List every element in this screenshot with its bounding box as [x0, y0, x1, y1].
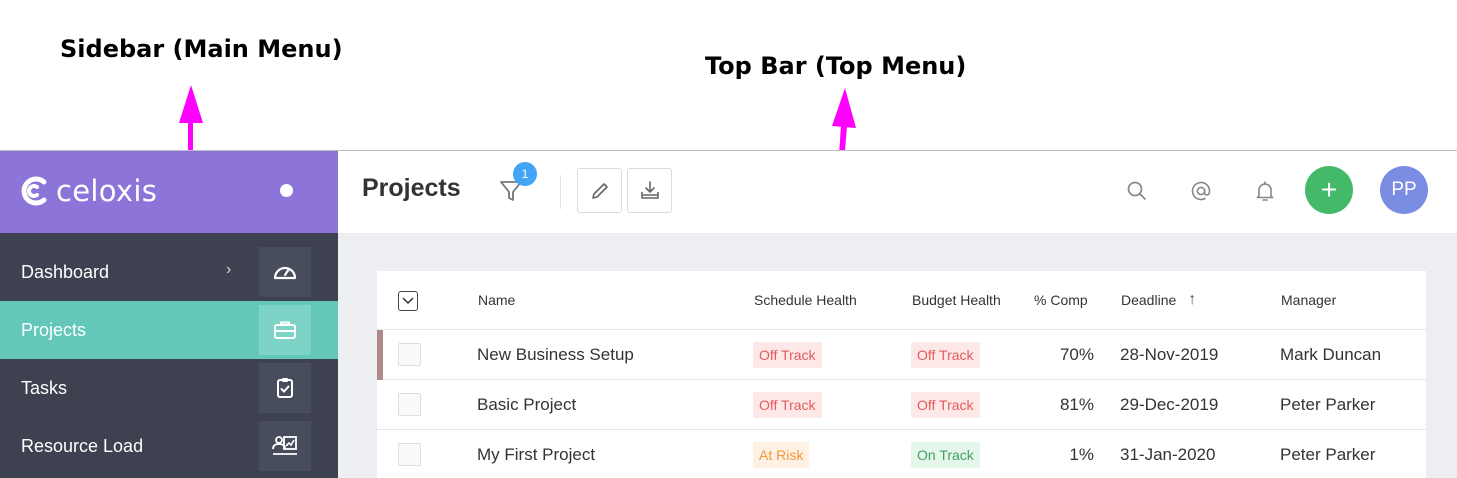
- sidebar-annotation-label: Sidebar (Main Menu): [60, 35, 343, 63]
- sidebar-item-label: Tasks: [21, 377, 68, 398]
- avatar[interactable]: PP: [1380, 166, 1428, 214]
- column-header-name[interactable]: Name: [478, 271, 515, 329]
- download-button[interactable]: [627, 168, 672, 213]
- row-checkbox[interactable]: [398, 343, 421, 366]
- sidebar-item-dashboard[interactable]: Dashboard ›: [0, 243, 338, 301]
- add-button[interactable]: +: [1305, 166, 1353, 214]
- download-icon: [640, 180, 659, 199]
- percent-complete: 70%: [1059, 344, 1094, 364]
- column-header-deadline[interactable]: Deadline ↑: [1121, 271, 1196, 329]
- filter-count-badge: 1: [513, 162, 537, 186]
- annotated-screenshot: Sidebar (Main Menu) Top Bar (Top Menu) c…: [0, 0, 1457, 478]
- top-bar: Projects 1 + PP: [338, 151, 1457, 233]
- deadline: 29-Dec-2019: [1120, 394, 1219, 414]
- search-button[interactable]: [1123, 177, 1151, 205]
- search-icon: [1127, 181, 1146, 200]
- sidebar-item-label: Projects: [21, 319, 87, 340]
- clipboard-check-icon: [259, 363, 311, 413]
- column-header-percent-complete[interactable]: % Comp: [1034, 271, 1088, 329]
- row-status-marker: [377, 330, 383, 380]
- deadline: 31-Jan-2020: [1120, 444, 1216, 464]
- sidebar: celoxis Dashboard › Projects Tasks Resou…: [0, 151, 338, 478]
- chevron-down-icon: [402, 297, 414, 305]
- sort-ascending-icon: ↑: [1188, 291, 1197, 308]
- percent-complete: 81%: [1059, 394, 1094, 414]
- chevron-right-icon: ›: [226, 261, 232, 278]
- budget-health-badge: Off Track: [911, 341, 980, 368]
- projects-table: Name Schedule Health Budget Health % Com…: [377, 271, 1426, 478]
- table-header-row: Name Schedule Health Budget Health % Com…: [377, 271, 1426, 330]
- page-title: Projects: [362, 174, 461, 202]
- table-row[interactable]: New Business Setup Off Track Off Track 7…: [377, 330, 1426, 380]
- schedule-health-badge: Off Track: [753, 391, 822, 418]
- gauge-icon: [259, 247, 311, 297]
- manager: Peter Parker: [1280, 394, 1376, 414]
- topbar-annotation-label: Top Bar (Top Menu): [705, 52, 967, 80]
- deadline: 28-Nov-2019: [1120, 344, 1219, 364]
- column-header-schedule-health[interactable]: Schedule Health: [754, 271, 857, 329]
- schedule-health-badge: At Risk: [753, 441, 810, 468]
- sidebar-header: celoxis: [0, 151, 338, 233]
- sidebar-item-projects[interactable]: Projects: [0, 301, 338, 359]
- project-name[interactable]: My First Project: [477, 430, 595, 478]
- celoxis-logo-icon: [21, 176, 47, 206]
- brand-name: celoxis: [56, 174, 158, 208]
- sidebar-item-tasks[interactable]: Tasks: [0, 359, 338, 417]
- main-content: Name Schedule Health Budget Health % Com…: [338, 233, 1457, 478]
- row-checkbox[interactable]: [398, 393, 421, 416]
- budget-health-badge: On Track: [911, 441, 980, 468]
- table-row[interactable]: My First Project At Risk On Track 1% 31-…: [377, 430, 1426, 478]
- percent-complete: 1%: [1069, 444, 1094, 464]
- sidebar-item-resource-load[interactable]: Resource Load: [0, 417, 338, 475]
- row-checkbox[interactable]: [398, 443, 421, 466]
- bell-icon: [1256, 181, 1274, 201]
- project-name[interactable]: New Business Setup: [477, 330, 634, 379]
- project-name[interactable]: Basic Project: [477, 380, 576, 429]
- plus-icon: +: [1320, 174, 1338, 205]
- edit-button[interactable]: [577, 168, 622, 213]
- brand-logo[interactable]: celoxis: [20, 171, 157, 211]
- resource-chart-icon: [259, 421, 311, 471]
- column-header-budget-health[interactable]: Budget Health: [912, 271, 1001, 329]
- notifications-button[interactable]: [1251, 177, 1279, 205]
- manager: Mark Duncan: [1280, 344, 1382, 364]
- table-row[interactable]: Basic Project Off Track Off Track 81% 29…: [377, 380, 1426, 430]
- mentions-button[interactable]: [1187, 177, 1215, 205]
- column-header-deadline-label: Deadline: [1121, 292, 1177, 308]
- toolbar-divider: [560, 175, 561, 209]
- sidebar-item-label: Resource Load: [21, 435, 144, 456]
- pencil-icon: [591, 182, 608, 199]
- budget-health-badge: Off Track: [911, 391, 980, 418]
- select-all-checkbox[interactable]: [398, 291, 418, 311]
- at-icon: [1191, 181, 1211, 201]
- column-header-manager[interactable]: Manager: [1281, 271, 1336, 329]
- manager: Peter Parker: [1280, 444, 1376, 464]
- celoxis-app: celoxis Dashboard › Projects Tasks Resou…: [0, 150, 1457, 478]
- sidebar-item-label: Dashboard: [21, 261, 110, 282]
- status-dot[interactable]: [280, 184, 293, 197]
- schedule-health-badge: Off Track: [753, 341, 822, 368]
- briefcase-icon: [259, 305, 311, 355]
